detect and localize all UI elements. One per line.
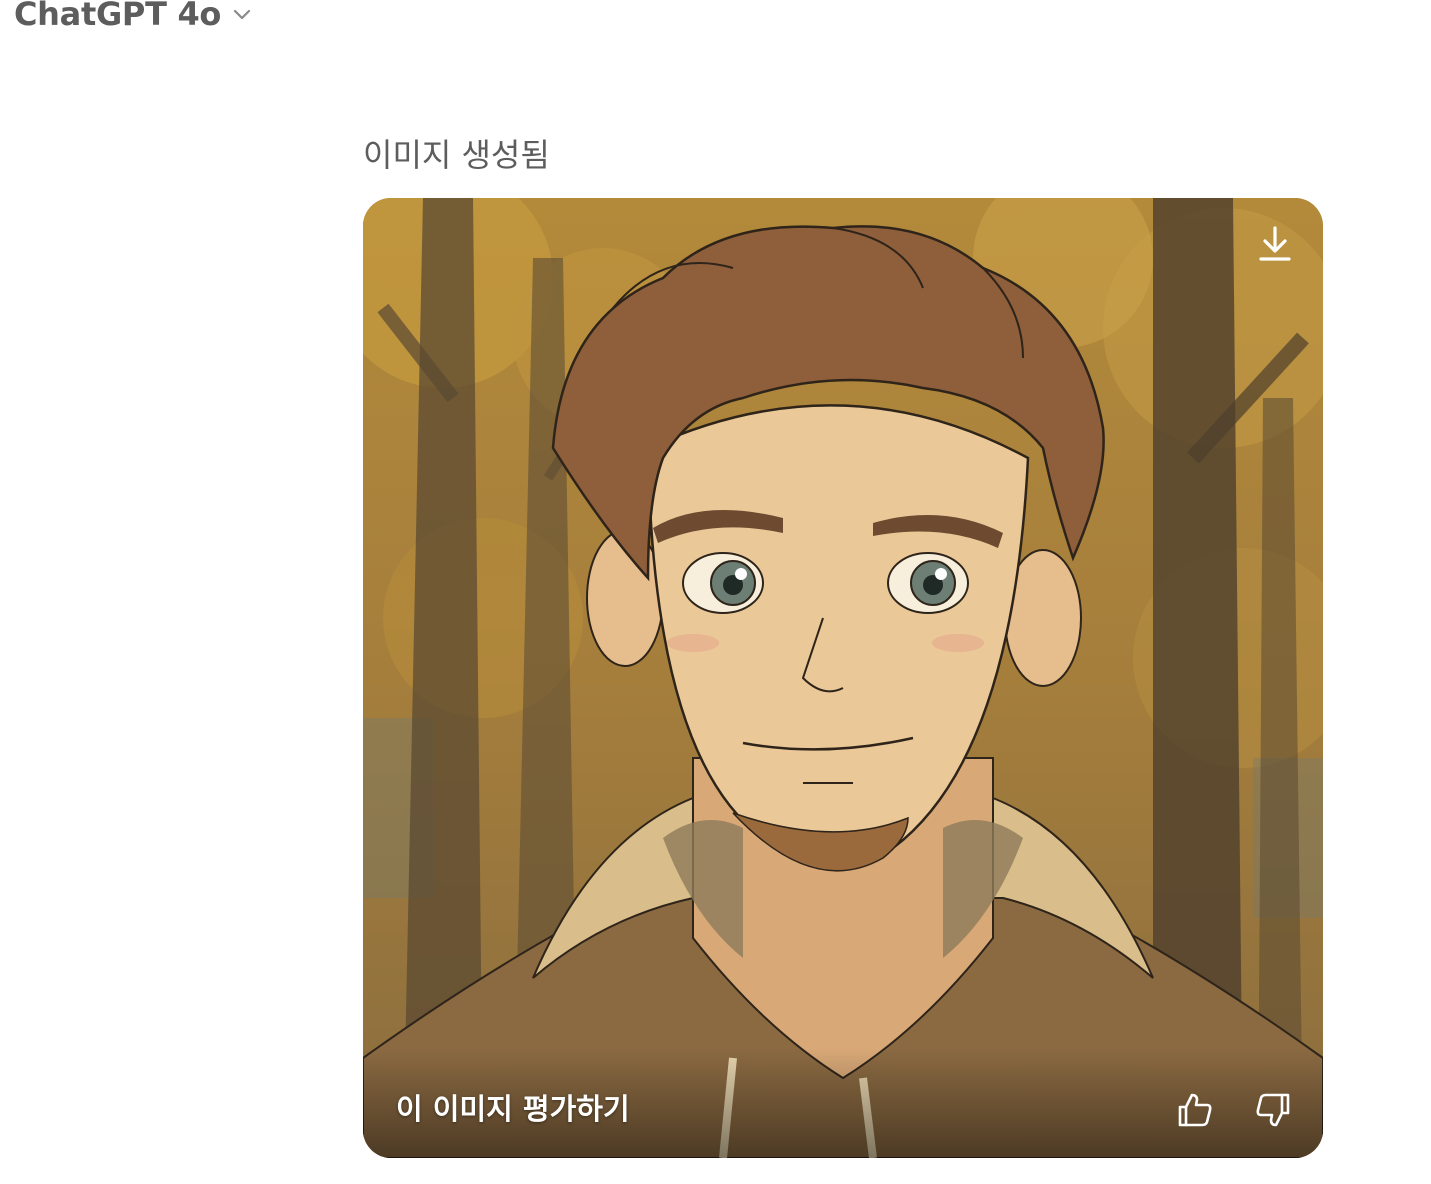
model-name: ChatGPT 4o	[14, 0, 222, 33]
chevron-down-icon	[231, 3, 253, 25]
thumbs-up-icon	[1178, 1093, 1212, 1127]
thumbs-up-button[interactable]	[1173, 1088, 1217, 1132]
image-status-text: 이미지 생성됨	[363, 136, 550, 174]
download-button[interactable]	[1251, 220, 1299, 268]
rate-image-label: 이 이미지 평가하기	[396, 1092, 630, 1126]
generated-image[interactable]: 이 이미지 평가하기	[363, 198, 1323, 1158]
thumbs-down-icon	[1256, 1093, 1290, 1127]
model-switcher[interactable]: ChatGPT 4o	[14, 0, 253, 34]
portrait-illustration	[363, 198, 1323, 1158]
thumbs-down-button[interactable]	[1251, 1088, 1295, 1132]
download-icon	[1259, 226, 1291, 261]
